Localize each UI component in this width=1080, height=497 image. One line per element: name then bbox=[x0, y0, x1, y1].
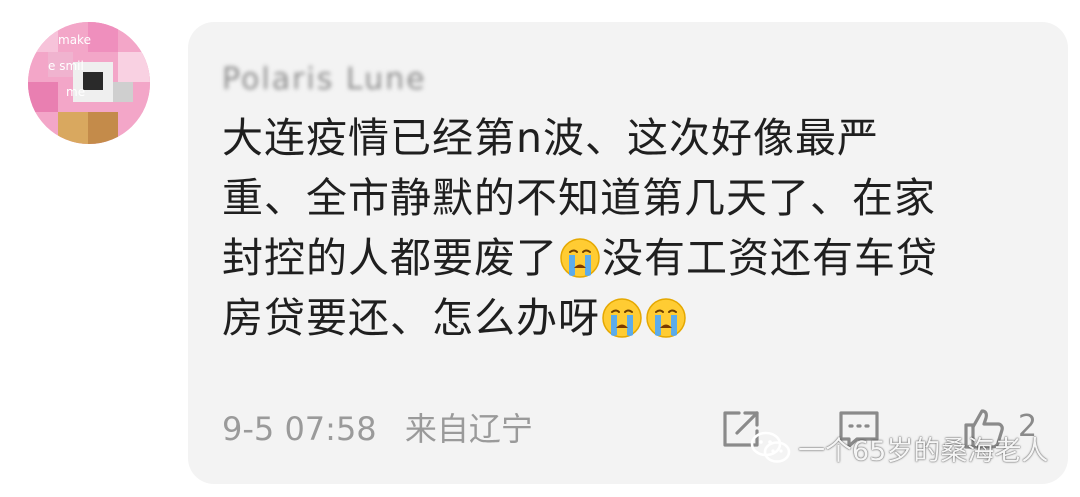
watermark-text: 一个65岁的桑海老人 bbox=[798, 435, 1049, 467]
comment-line: 房贷要还、怎么办呀 bbox=[222, 288, 1042, 348]
comment-text-segment: 大连疫情已经第n波、这次好像最严 bbox=[222, 114, 879, 162]
wechat-icon bbox=[750, 431, 791, 463]
comment-text-segment: 封控的人都要废了 bbox=[222, 234, 558, 282]
comment-time: 9-5 07:58 bbox=[222, 410, 377, 448]
comment-text: 大连疫情已经第n波、这次好像最严 重、全市静默的不知道第几天了、在家 封控的人都要废… bbox=[222, 108, 1042, 348]
crying-face-emoji bbox=[560, 238, 600, 278]
avatar-text-1: make bbox=[58, 33, 91, 47]
comment-line: 重、全市静默的不知道第几天了、在家 bbox=[222, 168, 1042, 228]
crying-face-emoji bbox=[602, 298, 642, 338]
crying-face-emoji bbox=[646, 298, 686, 338]
comment-location: 来自辽宁 bbox=[404, 410, 533, 448]
comment-text-segment: 没有工资还有车贷 bbox=[602, 234, 938, 282]
comment-meta: 9-5 07:58 来自辽宁 bbox=[222, 407, 533, 451]
comment-line: 封控的人都要废了 没有工资还有车贷 bbox=[222, 228, 1042, 288]
avatar[interactable]: make e smil me bbox=[28, 22, 150, 144]
watermark: 一个65岁的桑海老人 bbox=[750, 426, 1048, 470]
comment-text-segment: 房贷要还、怎么办呀 bbox=[222, 294, 600, 342]
username[interactable]: Polaris Lune bbox=[222, 62, 427, 98]
comment-text-segment: 重、全市静默的不知道第几天了、在家 bbox=[222, 174, 936, 222]
comment-line: 大连疫情已经第n波、这次好像最严 bbox=[222, 108, 1042, 168]
avatar-text-2: e smil bbox=[48, 59, 84, 73]
avatar-text-3: me bbox=[66, 85, 85, 99]
